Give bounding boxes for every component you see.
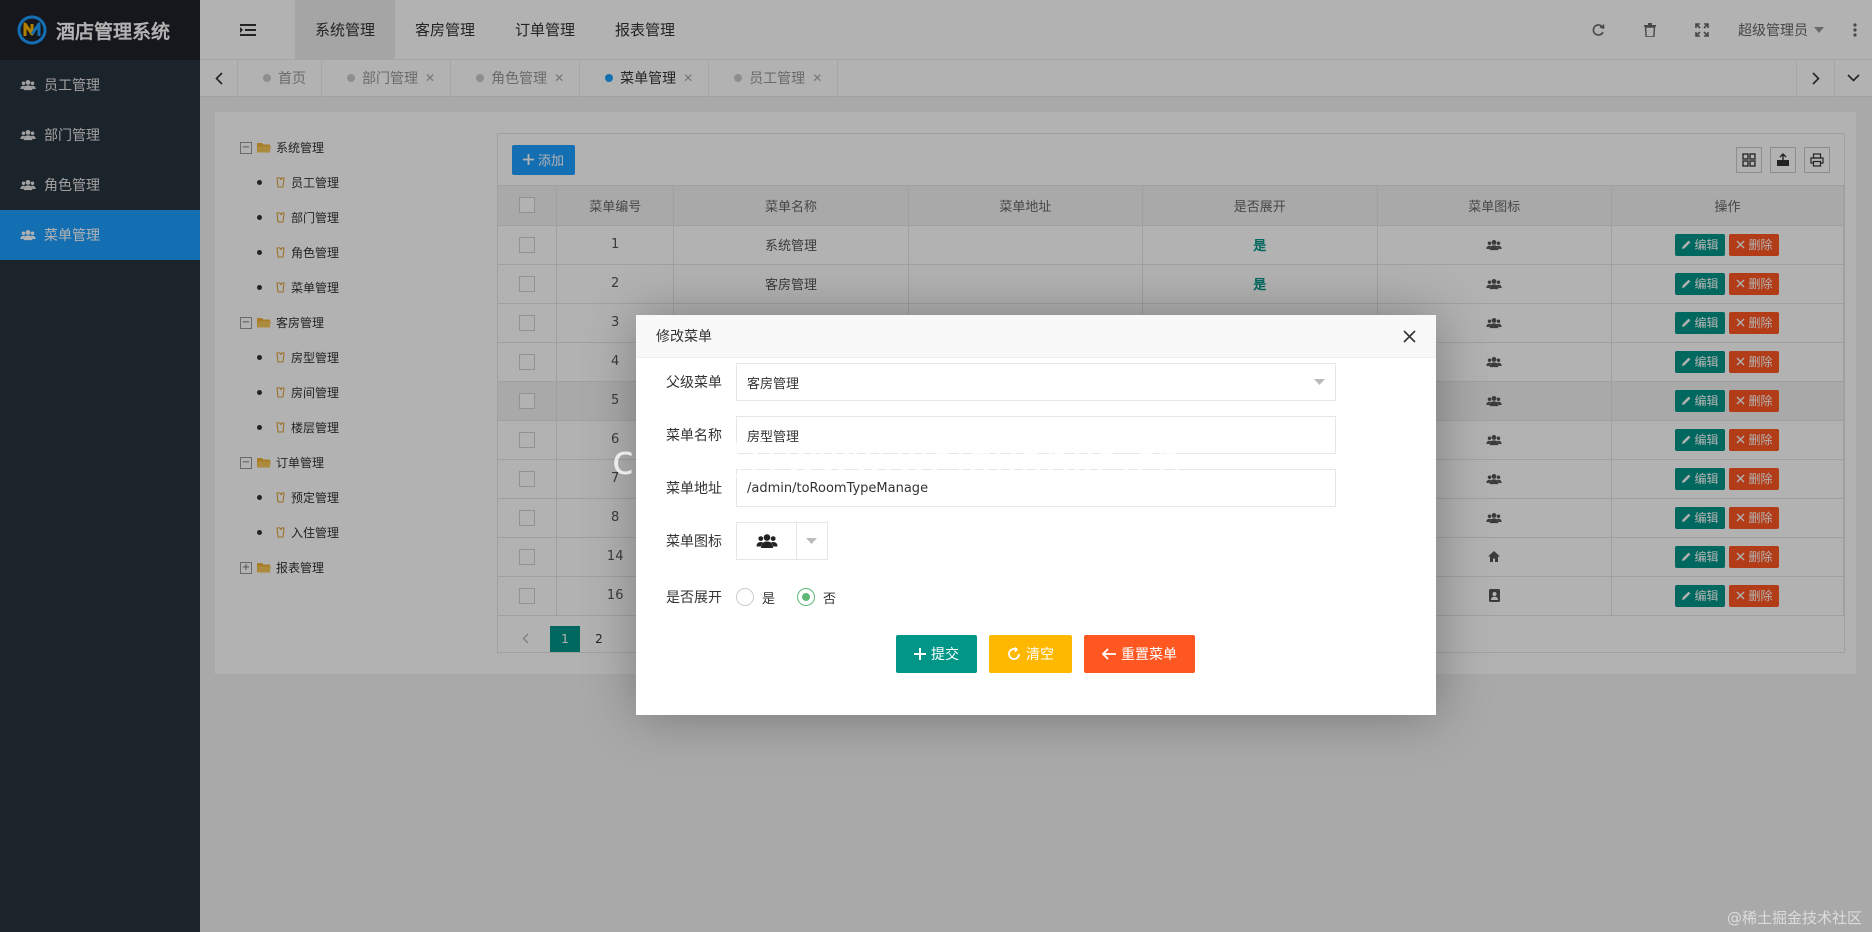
caret-down-icon	[1314, 379, 1325, 385]
reset-menu-label: 重置菜单	[1121, 647, 1177, 663]
menu-icon-label: 菜单图标	[666, 534, 722, 550]
parent-menu-value: 客房管理	[747, 376, 800, 392]
spread-option-1[interactable]: 否	[797, 588, 836, 607]
parent-menu-label: 父级菜单	[666, 375, 722, 391]
submit-button[interactable]: 提交	[896, 635, 977, 673]
submit-label: 提交	[931, 647, 959, 663]
close-icon[interactable]	[1403, 329, 1416, 343]
spread-option-0[interactable]: 是	[736, 588, 775, 607]
menu-icon-picker[interactable]	[736, 522, 828, 560]
edit-menu-dialog: 修改菜单 父级菜单 客房管理 菜单名称 房型管理 菜单地址 /admin/toR…	[636, 315, 1436, 715]
clear-label: 清空	[1026, 647, 1054, 663]
radio-circle[interactable]	[736, 588, 754, 606]
parent-menu-select[interactable]: 客房管理	[736, 363, 1336, 401]
clear-button[interactable]: 清空	[989, 635, 1072, 673]
plus-icon	[914, 648, 926, 660]
radio-label: 是	[762, 591, 776, 607]
refresh-icon	[1007, 647, 1021, 661]
spread-label: 是否展开	[666, 590, 722, 606]
reset-menu-button[interactable]: 重置菜单	[1084, 635, 1195, 673]
dialog-title: 修改菜单	[656, 329, 712, 345]
menu-icon-row: 菜单图标	[636, 522, 828, 560]
center-watermark: cn国观客www.weiguanke.cn	[612, 438, 1183, 484]
corner-watermark: @稀土掘金技术社区	[1726, 909, 1862, 927]
caret-down-icon	[806, 538, 817, 544]
radio-label: 否	[823, 591, 837, 607]
parent-menu-row: 父级菜单 客房管理	[636, 363, 1336, 401]
radio-circle[interactable]	[797, 588, 816, 606]
arrow-left-icon	[1102, 648, 1116, 660]
spread-row: 是否展开 是 否	[636, 578, 858, 616]
users-icon	[756, 533, 778, 549]
